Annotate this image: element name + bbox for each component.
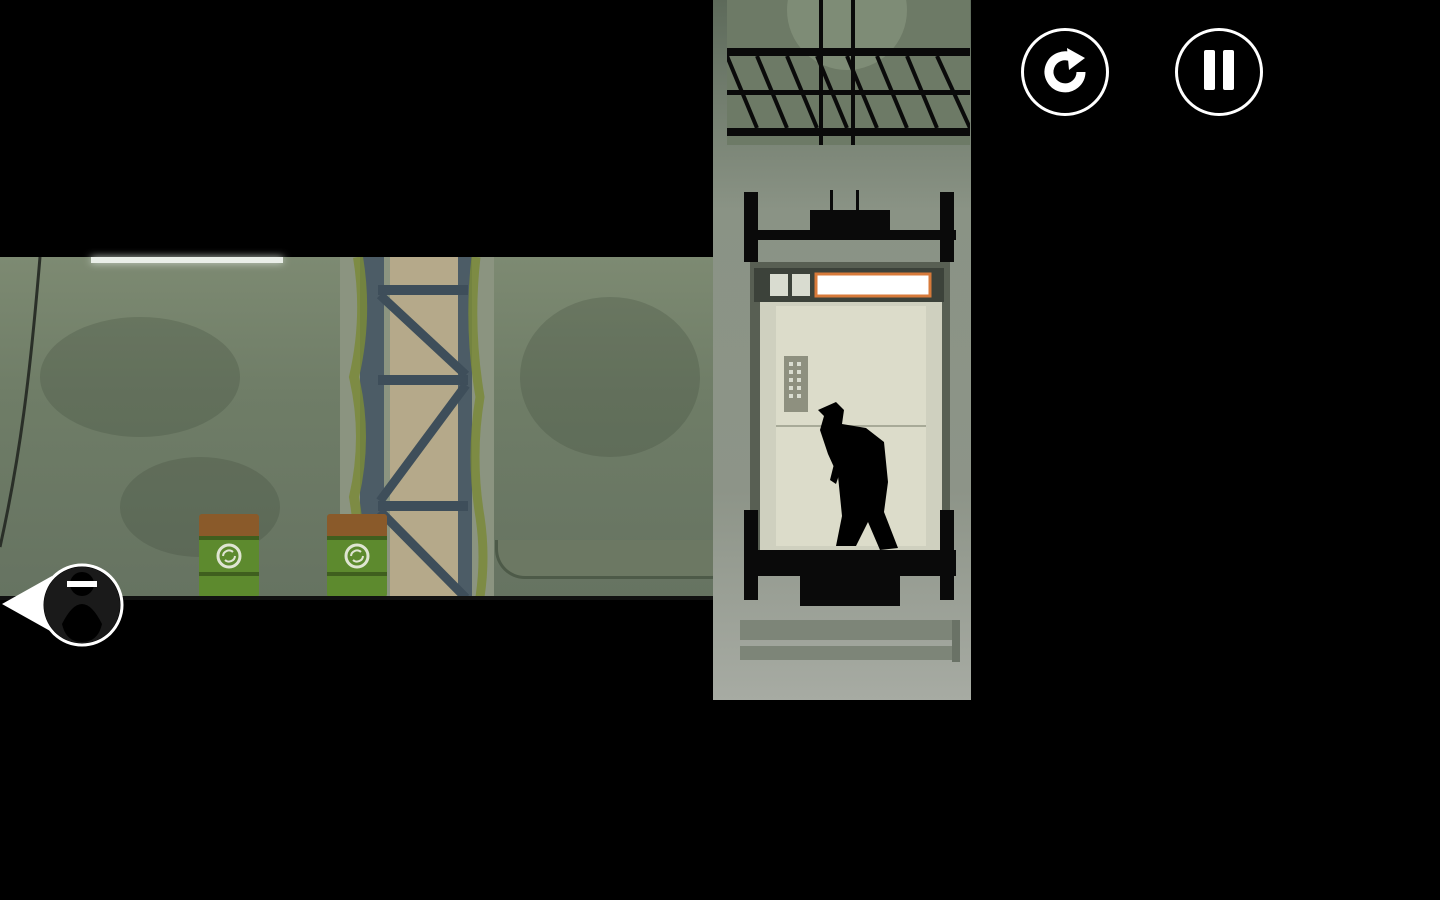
restart-button[interactable] — [1021, 28, 1109, 116]
floor-button-down — [792, 274, 810, 296]
ceiling-light — [91, 257, 283, 263]
wall-stain — [520, 297, 700, 457]
elevator — [740, 190, 960, 662]
floor-button-up — [770, 274, 788, 296]
shaft-truss — [727, 0, 970, 145]
floor-pipe — [495, 540, 741, 579]
game-scene — [0, 0, 1440, 900]
keypad — [784, 356, 808, 412]
toxic-barrel — [327, 514, 387, 598]
hide-button[interactable] — [0, 562, 125, 648]
pause-icon — [1200, 50, 1238, 94]
toxic-barrel — [199, 514, 259, 598]
restart-icon — [1044, 48, 1086, 93]
hanging-cable — [0, 257, 42, 548]
wall-stain — [40, 317, 240, 437]
pause-button[interactable] — [1175, 28, 1263, 116]
elevator-status-bar — [814, 272, 932, 298]
